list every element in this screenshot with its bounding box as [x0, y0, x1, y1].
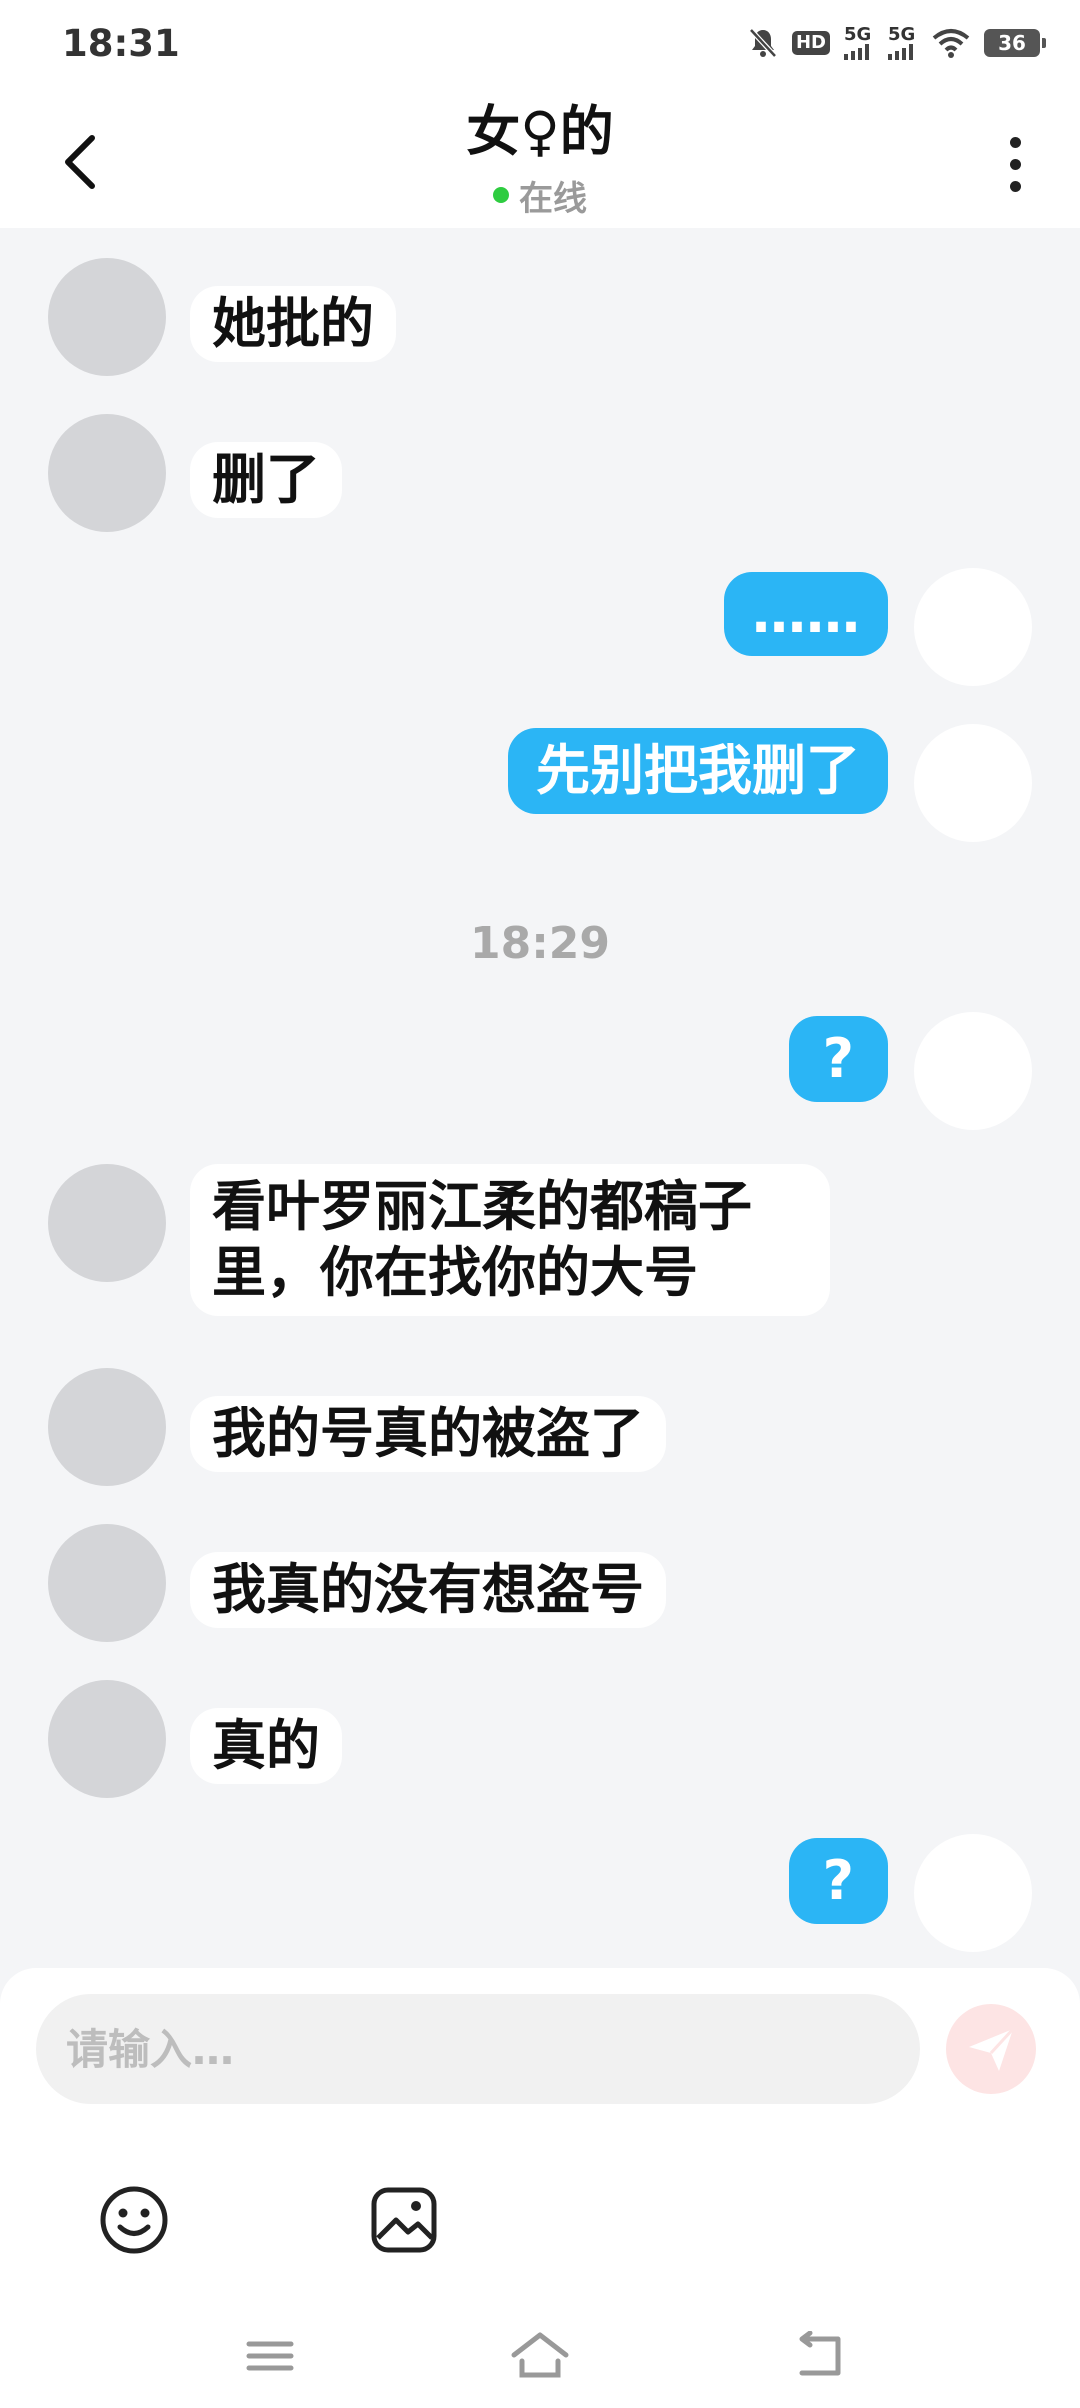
more-vertical-icon-dot: [1009, 136, 1021, 148]
message-row-incoming: 看叶罗丽江柔的都稿子里，你在找你的大号: [48, 1164, 830, 1316]
nav-back-button[interactable]: [780, 2316, 860, 2396]
message-bubble[interactable]: 删了: [190, 442, 342, 518]
presence-status: 在线: [240, 171, 840, 220]
message-bubble[interactable]: 我的号真的被盗了: [190, 1396, 666, 1472]
nav-menu-button[interactable]: [230, 2316, 310, 2396]
online-dot-icon: [493, 187, 509, 204]
message-bubble[interactable]: ?: [788, 1838, 888, 1924]
title-block: 女♀的 在线: [240, 100, 840, 220]
back-button[interactable]: [60, 122, 130, 202]
more-vertical-icon-dot: [1009, 158, 1021, 170]
presence-text: 在线: [519, 178, 587, 219]
mute-bell-icon: [748, 27, 778, 59]
message-bubble[interactable]: 她批的: [190, 286, 396, 362]
message-row-outgoing: 先别把我删了: [508, 724, 1032, 842]
message-row-outgoing: ?: [788, 1012, 1032, 1130]
chevron-left-icon: [65, 135, 95, 189]
message-row-incoming: 她批的: [48, 258, 396, 376]
image-icon: [371, 2187, 437, 2253]
message-timestamp: 18:29: [469, 918, 611, 969]
hd-label: HD: [791, 31, 830, 55]
smiley-icon: [100, 2186, 168, 2254]
emoji-button[interactable]: [98, 2184, 170, 2256]
sim1-label: 5G: [844, 24, 872, 45]
contact-avatar[interactable]: [48, 1524, 166, 1642]
status-bar: 18:31 HD 5G 5G 36: [0, 0, 1080, 86]
message-bubble[interactable]: 先别把我删了: [508, 728, 888, 814]
contact-avatar[interactable]: [48, 1680, 166, 1798]
message-bubble[interactable]: 我真的没有想盗号: [190, 1552, 666, 1628]
message-row-incoming: 删了: [48, 414, 342, 532]
send-button[interactable]: [946, 2004, 1036, 2094]
my-avatar[interactable]: [914, 1012, 1032, 1130]
system-nav-bar: [0, 2300, 1080, 2408]
message-bubble[interactable]: ……: [724, 572, 888, 656]
sim2-label: 5G: [888, 24, 916, 45]
signal-icon-sim1: 5G: [844, 26, 874, 60]
message-bubble[interactable]: ?: [788, 1016, 888, 1102]
contact-avatar[interactable]: [48, 258, 166, 376]
status-time: 18:31: [62, 21, 180, 65]
more-vertical-icon-dot: [1009, 180, 1021, 192]
contact-avatar[interactable]: [48, 414, 166, 532]
battery-icon: 36: [984, 29, 1046, 57]
contact-name: 女♀的: [466, 100, 614, 163]
menu-icon: [246, 2341, 294, 2371]
contact-avatar[interactable]: [48, 1164, 166, 1282]
hd-icon: HD: [791, 31, 830, 55]
message-row-incoming: 我真的没有想盗号: [48, 1524, 666, 1642]
nav-home-button[interactable]: [500, 2316, 580, 2396]
back-icon: [799, 2331, 841, 2376]
status-icons: HD 5G 5G 36: [748, 26, 1046, 60]
message-row-incoming: 真的: [48, 1680, 342, 1798]
more-options-button[interactable]: [990, 126, 1040, 202]
my-avatar[interactable]: [914, 568, 1032, 686]
message-row-incoming: 我的号真的被盗了: [48, 1368, 666, 1486]
wifi-icon: [932, 28, 970, 58]
my-avatar[interactable]: [914, 724, 1032, 842]
my-avatar[interactable]: [914, 1834, 1032, 1952]
message-bubble[interactable]: 看叶罗丽江柔的都稿子里，你在找你的大号: [190, 1164, 830, 1316]
message-row-outgoing: ?: [788, 1834, 1032, 1952]
message-list[interactable]: 她批的 删了 …… 先别把我删了 18:29 ? 看叶罗丽江柔的都稿子里，你在找…: [0, 228, 1080, 1968]
message-row-outgoing: ……: [724, 568, 1032, 686]
contact-avatar[interactable]: [48, 1368, 166, 1486]
paper-plane-icon: [969, 2027, 1015, 2071]
image-button[interactable]: [368, 2184, 440, 2256]
message-input[interactable]: [36, 1994, 920, 2104]
chat-header: 女♀的 在线: [0, 86, 1080, 228]
message-bubble[interactable]: 真的: [190, 1708, 342, 1784]
signal-icon-sim2: 5G: [888, 26, 918, 60]
home-icon: [511, 2332, 569, 2378]
